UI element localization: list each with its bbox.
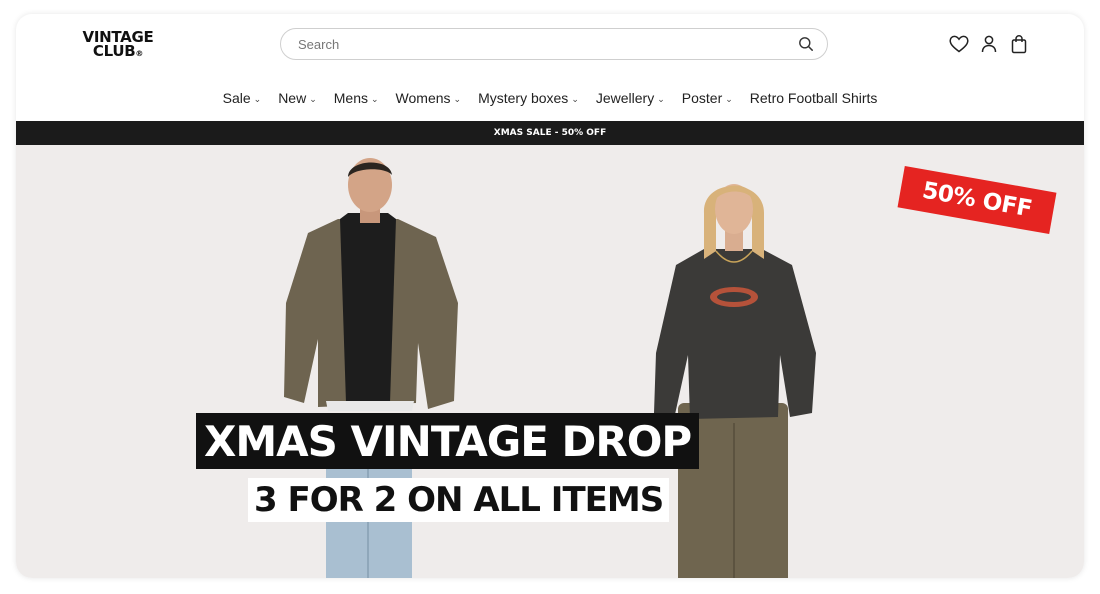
browser-page: VINTAGE CLUB® Sale⌄ New⌄ Mens⌄ Womens⌄ M… xyxy=(16,14,1084,578)
search-icon[interactable] xyxy=(797,35,815,53)
logo-line-2-text: CLUB xyxy=(92,42,136,60)
nav-label: New xyxy=(278,90,307,106)
nav-label: Poster xyxy=(681,90,723,106)
chevron-down-icon: ⌄ xyxy=(453,93,462,104)
nav-item-poster[interactable]: Poster ⌄ xyxy=(682,87,733,109)
main-navigation: Sale ⌄ New ⌄ Mens ⌄ Womens ⌄ Mystery boxes ⌄ … xyxy=(16,87,1084,109)
announcement-text: XMAS SALE - 50% OFF xyxy=(493,128,607,138)
search-bar[interactable] xyxy=(280,28,828,60)
nav-label: Jewellery xyxy=(595,90,655,106)
vintage-club-logo[interactable]: VINTAGE CLUB® xyxy=(68,30,168,61)
registered-mark: ® xyxy=(135,49,144,58)
chevron-down-icon: ⌄ xyxy=(309,93,317,104)
chevron-down-icon: ⌄ xyxy=(657,93,665,104)
nav-item-new[interactable]: New ⌄ xyxy=(278,87,317,109)
heart-icon[interactable] xyxy=(949,33,969,55)
nav-label: Sale xyxy=(222,90,251,106)
nav-item-retro-football-shirts[interactable]: Retro Football Shirts xyxy=(750,87,878,109)
account-icon[interactable] xyxy=(979,33,999,55)
nav-item-mens[interactable]: Mens ⌄ xyxy=(334,87,379,109)
hero-headline: XMAS VINTAGE DROP xyxy=(196,413,700,469)
logo-line-2: CLUB® xyxy=(68,44,168,61)
female-model-image xyxy=(654,184,816,578)
bag-icon[interactable] xyxy=(1009,33,1029,55)
chevron-down-icon: ⌄ xyxy=(571,93,579,104)
chevron-down-icon: ⌄ xyxy=(253,93,262,104)
hero-headline-text: XMAS VINTAGE DROP xyxy=(204,416,692,466)
chevron-down-icon: ⌄ xyxy=(725,93,733,104)
nav-label: Womens xyxy=(395,90,451,106)
nav-item-womens[interactable]: Womens ⌄ xyxy=(396,87,462,109)
nav-label: Retro Football Shirts xyxy=(749,90,878,106)
chevron-down-icon: ⌄ xyxy=(370,93,379,104)
nav-item-sale[interactable]: Sale ⌄ xyxy=(223,87,262,109)
hero-banner[interactable]: 50% OFF XMAS VINTAGE DROP 3 FOR 2 ON ALL… xyxy=(16,145,1084,578)
search-input[interactable] xyxy=(296,35,797,53)
header-actions xyxy=(949,33,1029,55)
nav-item-jewellery[interactable]: Jewellery ⌄ xyxy=(596,87,665,109)
nav-label: Mystery boxes xyxy=(478,90,569,106)
hero-subheadline-text: 3 FOR 2 ON ALL ITEMS xyxy=(254,480,664,520)
nav-label: Mens xyxy=(333,90,368,106)
nav-item-mystery-boxes[interactable]: Mystery boxes ⌄ xyxy=(478,87,579,109)
hero-subheadline: 3 FOR 2 ON ALL ITEMS xyxy=(248,478,670,522)
discount-badge-text: 50% OFF xyxy=(920,177,1034,223)
announcement-bar: XMAS SALE - 50% OFF xyxy=(16,121,1084,145)
discount-badge: 50% OFF xyxy=(897,165,1057,235)
